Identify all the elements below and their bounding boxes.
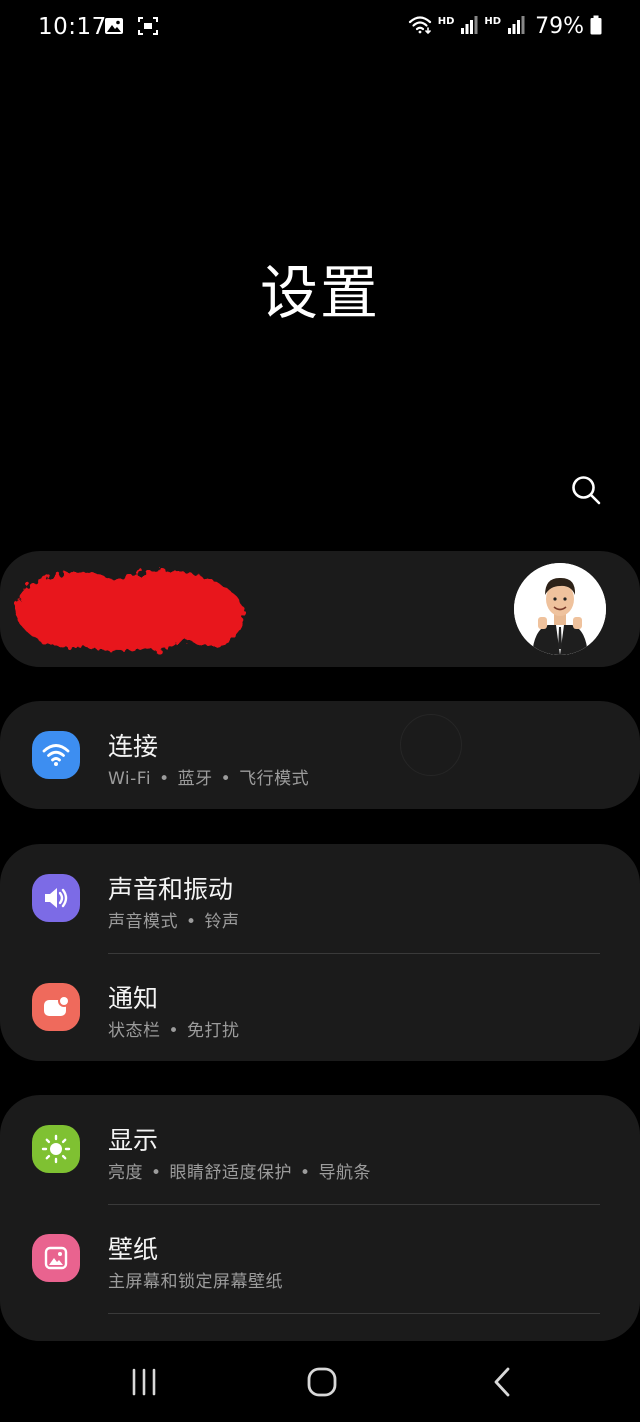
search-icon — [570, 474, 602, 510]
sun-icon — [32, 1125, 80, 1173]
battery-percent: 79% — [535, 14, 584, 39]
volume-icon — [32, 874, 80, 922]
divider — [108, 1313, 600, 1314]
settings-item-sound[interactable]: 声音和振动 声音模式 • 铃声 — [0, 844, 640, 952]
notification-icon — [32, 983, 80, 1031]
item-title: 通知 — [108, 984, 159, 1013]
settings-group-sound: 声音和振动 声音模式 • 铃声 通知 状态栏 • 免打扰 — [0, 844, 640, 1061]
settings-item-display[interactable]: 显示 亮度 • 眼睛舒适度保护 • 导航条 — [0, 1095, 640, 1203]
battery-icon — [590, 15, 602, 39]
status-time: 10:17 — [38, 14, 107, 40]
navigation-bar — [0, 1350, 640, 1422]
touch-indicator — [400, 714, 462, 776]
settings-group-connections: 连接 Wi-Fi • 蓝牙 • 飞行模式 — [0, 701, 640, 809]
settings-item-connections[interactable]: 连接 Wi-Fi • 蓝牙 • 飞行模式 — [0, 701, 640, 809]
recents-icon — [129, 1368, 159, 1400]
recents-button[interactable] — [114, 1362, 174, 1406]
item-title: 显示 — [108, 1126, 159, 1155]
item-title: 声音和振动 — [108, 875, 234, 904]
back-button[interactable] — [472, 1362, 532, 1406]
settings-item-wallpaper[interactable]: 壁纸 主屏幕和锁定屏幕壁纸 — [0, 1204, 640, 1312]
page-title: 设置 — [259, 259, 380, 327]
signal-icon — [460, 15, 478, 39]
image-icon — [104, 17, 124, 39]
wifi-icon — [408, 15, 432, 39]
item-title: 连接 — [108, 732, 159, 761]
image-icon — [32, 1234, 80, 1282]
screenshot-icon — [138, 17, 158, 39]
back-icon — [491, 1366, 513, 1402]
settings-group-display: 显示 亮度 • 眼睛舒适度保护 • 导航条 壁纸 主屏幕和锁定屏幕壁纸 — [0, 1095, 640, 1341]
hd-label: HD — [437, 16, 455, 27]
signal-icon — [507, 15, 525, 39]
item-subtitle: Wi-Fi • 蓝牙 • 飞行模式 — [108, 769, 310, 789]
item-subtitle: 状态栏 • 免打扰 — [108, 1021, 240, 1041]
settings-item-notifications[interactable]: 通知 状态栏 • 免打扰 — [0, 953, 640, 1061]
search-button[interactable] — [566, 472, 606, 512]
avatar[interactable] — [514, 563, 606, 655]
home-button[interactable] — [292, 1362, 352, 1406]
hd-label: HD — [484, 16, 502, 27]
redacted-account-info — [16, 571, 244, 651]
item-subtitle: 主屏幕和锁定屏幕壁纸 — [108, 1272, 283, 1292]
item-title: 壁纸 — [108, 1235, 159, 1264]
item-subtitle: 声音模式 • 铃声 — [108, 912, 240, 932]
status-bar: 10:17 HD HD 79% — [0, 0, 640, 56]
item-subtitle: 亮度 • 眼睛舒适度保护 • 导航条 — [108, 1163, 372, 1183]
home-icon — [306, 1366, 338, 1402]
wifi-icon — [32, 731, 80, 779]
